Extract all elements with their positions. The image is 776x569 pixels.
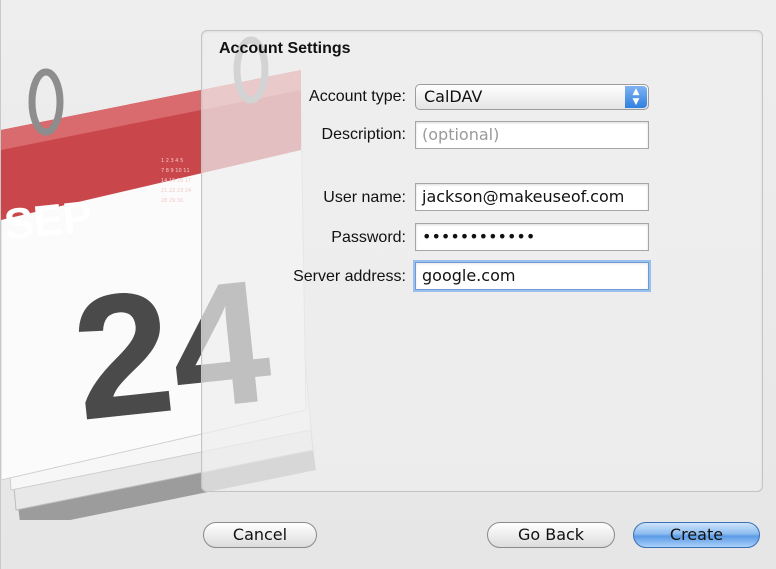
server-address-label: Server address:	[293, 268, 406, 285]
svg-text:28 29 30: 28 29 30	[161, 198, 183, 204]
username-label: User name:	[323, 189, 406, 206]
svg-text:1 2 3 4 5: 1 2 3 4 5	[161, 158, 183, 164]
svg-text:21 22 23 24: 21 22 23 24	[161, 188, 191, 194]
username-field[interactable]: jackson@makeuseof.com	[415, 183, 649, 211]
create-button[interactable]: Create	[633, 522, 760, 548]
panel-title: Account Settings	[219, 40, 351, 57]
password-label: Password:	[331, 229, 406, 246]
svg-text:14 15 16 17: 14 15 16 17	[161, 178, 191, 184]
description-field[interactable]: (optional)	[415, 121, 649, 149]
popup-arrows-icon: ▲ ▼	[625, 86, 647, 108]
calendar-month-text: SEP	[2, 192, 95, 250]
account-type-label: Account type:	[309, 88, 406, 105]
go-back-button[interactable]: Go Back	[487, 522, 615, 548]
account-type-select[interactable]: CalDAV ▲ ▼	[415, 84, 649, 110]
dialog-window: 1 2 3 4 5 7 8 9 10 11 14 15 16 17 21 22 …	[0, 0, 776, 569]
description-label: Description:	[321, 126, 406, 143]
password-field[interactable]: ••••••••••••	[415, 223, 649, 251]
cancel-button[interactable]: Cancel	[203, 522, 317, 548]
svg-text:7 8 9 10 11: 7 8 9 10 11	[161, 168, 190, 174]
account-type-value: CalDAV	[424, 87, 483, 106]
server-address-field[interactable]: google.com	[415, 262, 649, 290]
